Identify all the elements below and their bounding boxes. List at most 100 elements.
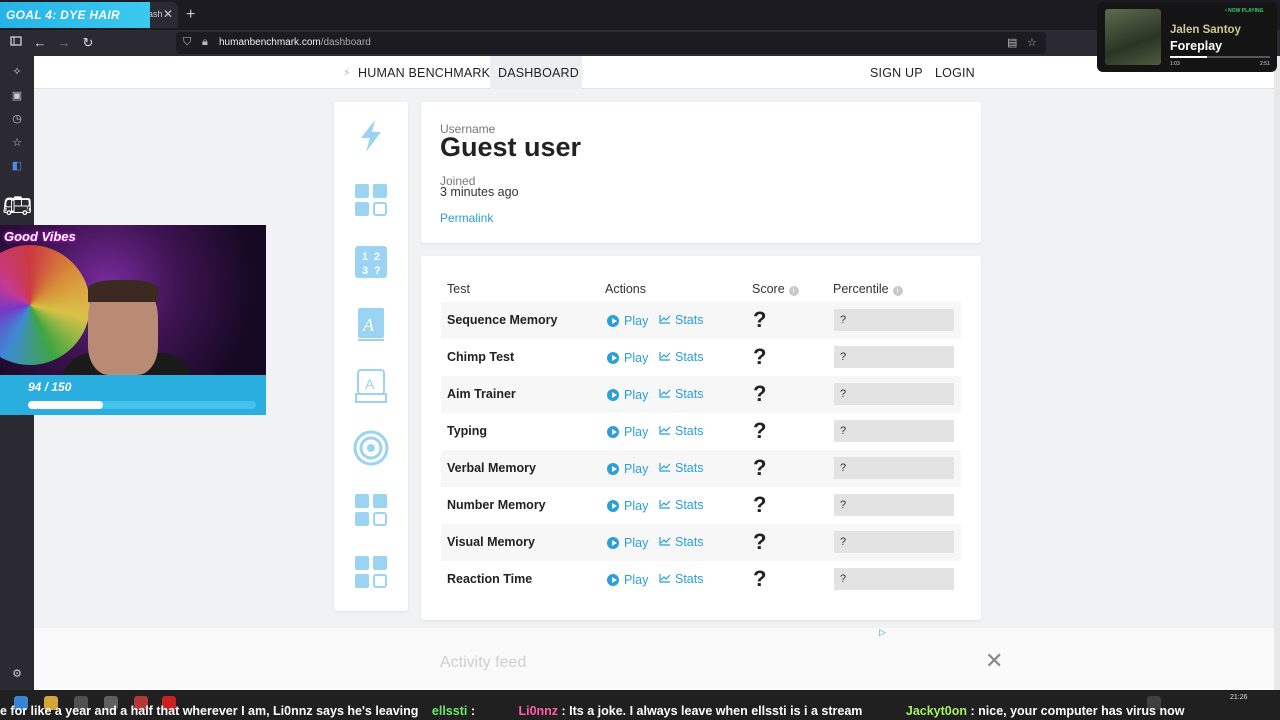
bookmark-star-icon[interactable]: ☆ — [1027, 36, 1037, 49]
play-button[interactable]: Play — [607, 461, 648, 476]
nav-signup[interactable]: SIGN UP — [870, 66, 923, 80]
chimp-grid-icon[interactable] — [353, 492, 389, 528]
ad-choices-icon[interactable]: ▷ — [879, 627, 886, 638]
typing-keyboard-icon[interactable]: A — [353, 368, 389, 404]
stats-button[interactable]: Stats — [659, 461, 704, 475]
visual-grid-icon[interactable] — [353, 554, 389, 590]
play-label: Play — [624, 573, 649, 587]
stats-chart-icon — [659, 389, 671, 398]
page-scrollbar[interactable] — [1274, 56, 1280, 690]
col-header-score: Score i — [752, 282, 799, 296]
permalink-link[interactable]: Permalink — [440, 211, 493, 225]
sidebar-toggle-icon[interactable] — [7, 34, 25, 52]
back-icon[interactable]: ← — [31, 34, 49, 52]
sequence-grid-icon[interactable] — [353, 182, 389, 218]
test-name: Sequence Memory — [447, 313, 558, 327]
percentile-info-icon[interactable]: i — [892, 286, 903, 296]
nav-dashboard[interactable]: DASHBOARD — [498, 66, 579, 80]
play-icon — [607, 426, 619, 438]
table-row: Number Memory Play Stats ? ? — [441, 487, 961, 524]
track-duration: 2:51 — [1260, 61, 1270, 67]
sub-goal-count: 94 / 150 — [28, 380, 72, 394]
synced-tabs-icon[interactable]: ▣ — [10, 89, 24, 103]
play-icon — [607, 352, 619, 364]
reaction-bolt-icon[interactable] — [353, 118, 389, 154]
stats-button[interactable]: Stats — [659, 424, 704, 438]
stats-button[interactable]: Stats — [659, 535, 704, 549]
score-value: ? — [753, 492, 767, 517]
streamer-hair — [88, 280, 158, 302]
settings-gear-icon[interactable]: ⚙ — [10, 667, 24, 681]
ai-sparkle-icon[interactable]: ✧ — [10, 65, 24, 79]
play-button[interactable]: Play — [607, 350, 648, 365]
track-title: Foreplay — [1170, 39, 1223, 53]
chat-username: Li0nnz — [518, 704, 559, 718]
play-button[interactable]: Play — [607, 535, 648, 550]
stats-label: Stats — [675, 572, 704, 586]
track-elapsed: 1:03 — [1170, 61, 1180, 67]
reload-icon[interactable]: ↻ — [79, 34, 97, 52]
now-playing-widget: • NOW PLAYING Jalen Santoy Foreplay 1:03… — [1097, 2, 1277, 72]
stats-label: Stats — [675, 424, 704, 438]
url-path: /dashboard — [320, 37, 371, 48]
tab-close-icon[interactable]: ✕ — [163, 7, 173, 21]
track-artist: Jalen Santoy — [1170, 24, 1241, 36]
play-button[interactable]: Play — [607, 424, 648, 439]
play-label: Play — [624, 351, 649, 365]
verbal-book-icon[interactable]: A — [353, 306, 389, 342]
prize-wheel — [0, 245, 90, 365]
bookmarks-icon[interactable]: ☆ — [10, 136, 24, 150]
score-info-icon[interactable]: i — [788, 286, 799, 296]
forward-icon[interactable]: → — [55, 34, 73, 52]
chat-message: : nice, your computer has virus now — [967, 704, 1185, 718]
reader-view-icon[interactable]: ▤ — [1007, 36, 1017, 49]
score-value: ? — [753, 455, 767, 480]
col-header-percentile-label: Percentile — [833, 282, 889, 296]
play-icon — [607, 389, 619, 401]
table-row: Sequence Memory Play Stats ? ? — [441, 302, 961, 339]
svg-text:1: 1 — [362, 251, 368, 263]
stats-button[interactable]: Stats — [659, 313, 704, 327]
track-progress-fill — [1170, 56, 1207, 58]
stats-chart-icon — [659, 426, 671, 435]
aim-target-icon[interactable] — [353, 430, 389, 466]
play-button[interactable]: Play — [607, 498, 648, 513]
ad-close-icon[interactable]: ✕ — [985, 648, 1003, 674]
shield-icon[interactable]: ⛉ — [183, 36, 191, 49]
extension-icon[interactable]: ◧ — [10, 159, 24, 173]
table-row: Aim Trainer Play Stats ? ? — [441, 376, 961, 413]
tab-title: ash — [148, 9, 163, 19]
chat-message: : Its a joke. I always leave when ellsst… — [558, 704, 863, 718]
play-label: Play — [624, 462, 649, 476]
test-name: Chimp Test — [447, 350, 515, 364]
stats-button[interactable]: Stats — [659, 498, 704, 512]
chat-message: e for like a year and a half that wherev… — [0, 704, 419, 718]
percentile-value: ? — [834, 531, 954, 553]
score-value: ? — [753, 381, 767, 406]
play-button[interactable]: Play — [607, 313, 648, 328]
stats-label: Stats — [675, 313, 704, 327]
svg-text:3: 3 — [362, 265, 368, 277]
number-memory-icon[interactable]: 1 23? — [353, 244, 389, 280]
tests-table: Test Actions Score i Percentile i Sequence… — [421, 256, 981, 620]
percentile-value: ? — [834, 420, 954, 442]
now-playing-tag: • NOW PLAYING — [1225, 8, 1264, 14]
new-tab-icon[interactable]: + — [186, 6, 195, 24]
address-bar[interactable]: ⛉ 🔒︎ humanbenchmark.com/dashboard ▤ ☆ — [176, 32, 1046, 54]
brand-link[interactable]: HUMAN BENCHMARK — [358, 66, 490, 80]
stats-button[interactable]: Stats — [659, 387, 704, 401]
play-button[interactable]: Play — [607, 572, 648, 587]
test-name: Reaction Time — [447, 572, 533, 586]
score-value: ? — [753, 529, 767, 554]
nav-login[interactable]: LOGIN — [935, 66, 975, 80]
stats-button[interactable]: Stats — [659, 350, 704, 364]
stats-chart-icon — [659, 500, 671, 509]
score-value: ? — [753, 566, 767, 591]
stats-chart-icon — [659, 537, 671, 546]
play-label: Play — [624, 499, 649, 513]
play-button[interactable]: Play — [607, 387, 648, 402]
history-icon[interactable]: ◷ — [10, 112, 24, 126]
stats-button[interactable]: Stats — [659, 572, 704, 586]
lock-icon[interactable]: 🔒︎ — [202, 36, 208, 49]
percentile-value: ? — [834, 568, 954, 590]
